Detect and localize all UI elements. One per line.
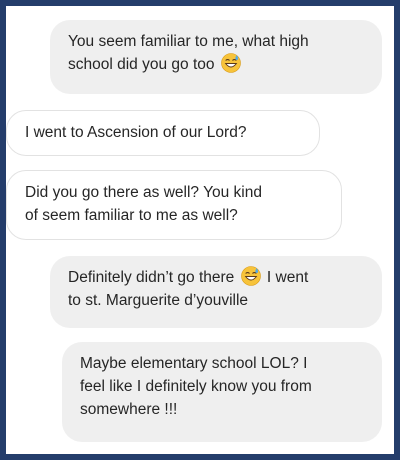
message-text-line: Did you go there as well? You kind (25, 184, 262, 201)
message-text-line: feel like I definitely know you from (80, 378, 312, 395)
message-text-line: to st. Marguerite d’youville (68, 292, 249, 309)
received-message[interactable]: Did you go there as well? You kind of se… (6, 170, 342, 240)
message-text-line: Definitely didn’t go there (68, 269, 235, 286)
chat-thread: You seem familiar to me, what high schoo… (6, 6, 394, 454)
message-text-line: I went (266, 269, 309, 286)
message-text-line: school did you go too (68, 56, 215, 73)
message-text-line: Maybe elementary school LOL? I (80, 355, 308, 372)
message-text-line: You seem familiar to me, what high (68, 33, 309, 50)
message-text-line: somewhere !!! (80, 401, 178, 418)
message-text-line: I went to Ascension of our Lord? (25, 124, 247, 141)
sent-message[interactable]: Definitely didn’t go there I went to st.… (50, 256, 382, 328)
received-message[interactable]: I went to Ascension of our Lord? (6, 110, 320, 156)
grinning-sweat-emoji-icon (221, 53, 241, 73)
grinning-sweat-emoji-icon (241, 266, 261, 286)
sent-message[interactable]: Maybe elementary school LOL? I feel like… (62, 342, 382, 442)
sent-message[interactable]: You seem familiar to me, what high schoo… (50, 20, 382, 94)
message-text-line: of seem familiar to me as well? (25, 207, 238, 224)
